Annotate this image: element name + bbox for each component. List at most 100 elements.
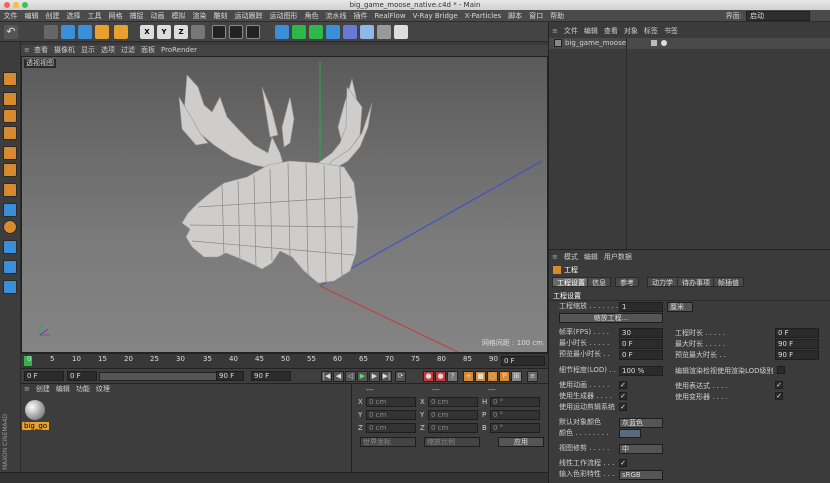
apply-button[interactable]: 应用 xyxy=(498,437,544,447)
position-y-field[interactable]: 0 cm xyxy=(366,410,416,420)
keyframe-selection-icon[interactable]: ? xyxy=(447,371,458,382)
autokey-icon[interactable]: ● xyxy=(435,371,446,382)
mat-menu-create[interactable]: 创建 xyxy=(33,384,53,395)
rotation-b-field[interactable]: 0 ° xyxy=(490,423,540,433)
camera-icon[interactable] xyxy=(377,25,391,39)
menu-help[interactable]: 帮助 xyxy=(547,10,568,22)
edges-mode-icon[interactable] xyxy=(3,163,17,177)
menu-simulate[interactable]: 模拟 xyxy=(168,10,189,22)
array-icon[interactable] xyxy=(326,25,340,39)
vp-menu-view[interactable]: 查看 xyxy=(31,45,51,56)
menu-render[interactable]: 渲染 xyxy=(189,10,210,22)
menu-realflow[interactable]: RealFlow xyxy=(371,10,409,22)
preview-min-field[interactable]: 0 F xyxy=(67,371,97,381)
goto-end-icon[interactable]: ▶| xyxy=(381,371,392,382)
next-key-icon[interactable]: ▶ xyxy=(369,371,380,382)
polygons-mode-icon[interactable] xyxy=(3,183,17,197)
render-lod-checkbox[interactable] xyxy=(777,366,785,374)
menu-file[interactable]: 文件 xyxy=(0,10,21,22)
visibility-dots-icon[interactable] xyxy=(651,40,657,46)
menu-window[interactable]: 窗口 xyxy=(526,10,547,22)
moose-head-model[interactable] xyxy=(22,57,548,353)
size-x-field[interactable]: 0 cm xyxy=(428,397,478,407)
object-row[interactable]: big_game_moose xyxy=(549,38,830,49)
menu-edit[interactable]: 编辑 xyxy=(21,10,42,22)
lock-workplane-icon[interactable] xyxy=(3,260,17,274)
make-editable-icon[interactable] xyxy=(3,72,17,86)
object-name[interactable]: big_game_moose xyxy=(565,39,626,48)
y-axis-lock-icon[interactable]: Y xyxy=(157,25,171,39)
default-color-dropdown[interactable]: 灰蓝色 xyxy=(619,418,663,428)
select-tool-icon[interactable] xyxy=(44,25,58,39)
max-time-field[interactable]: 90 F xyxy=(251,371,291,381)
size-mode-dropdown[interactable]: 缩放比例 xyxy=(424,437,480,447)
tab-project-settings[interactable]: 工程设置 xyxy=(552,277,590,287)
obj-menu-tags[interactable]: 标签 xyxy=(641,26,661,37)
subdivision-surface-icon[interactable] xyxy=(309,25,323,39)
input-color-profile-dropdown[interactable]: sRGB xyxy=(619,470,663,480)
mat-menu-texture[interactable]: 纹理 xyxy=(93,384,113,395)
use-generators-checkbox[interactable]: ✓ xyxy=(619,392,627,400)
obj-menu-bookmarks[interactable]: 书签 xyxy=(661,26,681,37)
vp-menu-filter[interactable]: 过滤 xyxy=(118,45,138,56)
minimize-window-button[interactable] xyxy=(13,2,19,8)
preview-max-attr-field[interactable]: 90 F xyxy=(775,350,819,360)
timeline-window-icon[interactable]: ≡ xyxy=(527,371,538,382)
preview-max-field[interactable]: 90 F xyxy=(216,371,244,381)
project-duration-field[interactable]: 0 F xyxy=(775,328,819,338)
tab-interpolation[interactable]: 帧插值 xyxy=(713,277,744,287)
z-axis-lock-icon[interactable]: Z xyxy=(174,25,188,39)
use-expressions-checkbox[interactable]: ✓ xyxy=(775,381,783,389)
attr-menu-mode[interactable]: 模式 xyxy=(561,252,581,263)
obj-menu-edit[interactable]: 编辑 xyxy=(581,26,601,37)
spline-pen-icon[interactable] xyxy=(292,25,306,39)
menu-character[interactable]: 角色 xyxy=(301,10,322,22)
enable-axis-icon[interactable] xyxy=(3,203,17,217)
menu-tools[interactable]: 工具 xyxy=(84,10,105,22)
pla-key-icon[interactable]: ⊞ xyxy=(511,371,522,382)
record-icon[interactable]: ● xyxy=(423,371,434,382)
vp-menu-panel[interactable]: 面板 xyxy=(138,45,158,56)
min-time-attr-field[interactable]: 0 F xyxy=(619,339,663,349)
menu-vray-bridge[interactable]: V-Ray Bridge xyxy=(409,10,461,22)
color-swatch[interactable] xyxy=(619,429,641,438)
zoom-window-button[interactable] xyxy=(22,2,28,8)
close-window-button[interactable] xyxy=(4,2,10,8)
lod-field[interactable]: 100 % xyxy=(619,366,663,376)
x-axis-lock-icon[interactable]: X xyxy=(140,25,154,39)
scale-tool-icon[interactable] xyxy=(78,25,92,39)
menu-select[interactable]: 选择 xyxy=(63,10,84,22)
light-icon[interactable] xyxy=(394,25,408,39)
layout-dropdown[interactable]: 启动 xyxy=(746,11,810,21)
fps-field[interactable]: 30 xyxy=(619,328,663,338)
max-time-attr-field[interactable]: 90 F xyxy=(775,339,819,349)
scale-project-button[interactable]: 缩放工程... xyxy=(559,313,663,323)
vp-menu-prorender[interactable]: ProRender xyxy=(158,45,200,56)
vp-menu-display[interactable]: 显示 xyxy=(78,45,98,56)
rotate-tool-icon[interactable] xyxy=(95,25,109,39)
size-y-field[interactable]: 0 cm xyxy=(428,410,478,420)
mat-menu-edit[interactable]: 编辑 xyxy=(53,384,73,395)
sculpt-icon[interactable] xyxy=(3,240,17,254)
use-motion-system-checkbox[interactable]: ✓ xyxy=(619,403,627,411)
position-x-field[interactable]: 0 cm xyxy=(366,397,416,407)
position-z-field[interactable]: 0 cm xyxy=(366,423,416,433)
menu-motion-tracking[interactable]: 运动跟踪 xyxy=(231,10,266,22)
mat-menu-function[interactable]: 功能 xyxy=(73,384,93,395)
cube-primitive-icon[interactable] xyxy=(275,25,289,39)
vp-menu-options[interactable]: 选项 xyxy=(98,45,118,56)
render-picture-viewer-icon[interactable] xyxy=(229,25,243,39)
texture-mode-icon[interactable] xyxy=(3,109,17,123)
rotation-key-icon[interactable]: ○ xyxy=(487,371,498,382)
play-forward-icon[interactable]: ▶ xyxy=(357,371,368,382)
position-key-icon[interactable]: + xyxy=(463,371,474,382)
live-select-icon[interactable] xyxy=(114,25,128,39)
move-tool-icon[interactable] xyxy=(61,25,75,39)
parameter-key-icon[interactable]: P xyxy=(499,371,510,382)
project-scale-unit[interactable]: 厘米 xyxy=(667,302,693,312)
attr-menu-user-data[interactable]: 用户数据 xyxy=(601,252,635,263)
use-deformers-checkbox[interactable]: ✓ xyxy=(775,392,783,400)
obj-menu-file[interactable]: 文件 xyxy=(561,26,581,37)
size-z-field[interactable]: 0 cm xyxy=(428,423,478,433)
material-swatch[interactable] xyxy=(25,400,45,420)
